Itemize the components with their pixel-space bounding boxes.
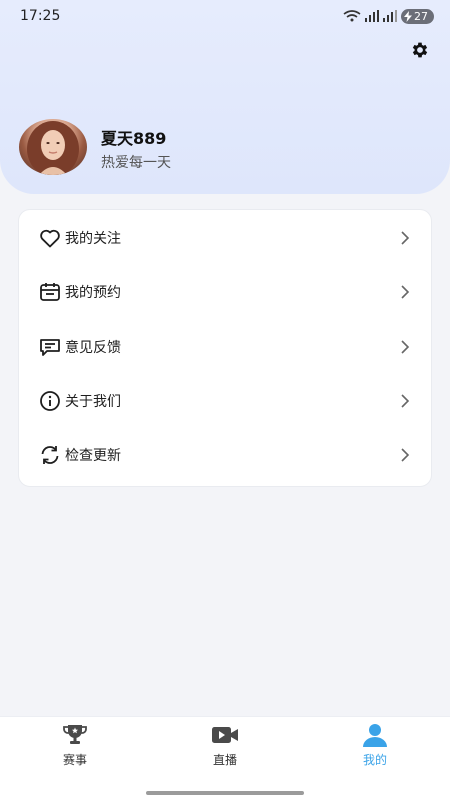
menu-item-about[interactable]: 关于我们: [19, 374, 433, 428]
tab-label: 赛事: [62, 753, 87, 767]
chevron-right-icon: [401, 231, 410, 245]
chevron-right-icon: [401, 448, 410, 462]
menu-item-reservations[interactable]: 我的预约: [19, 265, 433, 319]
video-camera-icon: [212, 727, 238, 743]
menu-label: 关于我们: [65, 394, 121, 410]
menu-label: 我的预约: [65, 285, 121, 301]
status-icons: 27: [343, 8, 434, 24]
menu-label: 我的关注: [65, 231, 121, 247]
info-icon: [40, 391, 60, 411]
profile-subtitle: 热爱每一天: [101, 155, 171, 171]
battery-level: 27: [414, 9, 428, 23]
charging-icon: [404, 10, 412, 22]
feedback-chat-icon: [40, 339, 60, 356]
calendar-icon: [40, 283, 60, 301]
tab-matches[interactable]: 赛事: [0, 723, 150, 773]
avatar-portrait: [27, 121, 79, 175]
chevron-right-icon: [401, 285, 410, 299]
status-bar: 17:25 27: [0, 0, 450, 32]
heart-icon: [40, 229, 60, 248]
status-time: 17:25: [20, 8, 61, 24]
bottom-tab-bar: 赛事 直播 我的: [0, 716, 450, 800]
home-indicator[interactable]: [146, 791, 304, 795]
signal-icon: [365, 10, 379, 22]
menu-card: 我的关注 我的预约 意见反馈 关于我们 检查更新: [18, 209, 432, 487]
wifi-icon: [343, 10, 361, 22]
trophy-icon: [63, 725, 87, 744]
menu-item-check-update[interactable]: 检查更新: [19, 428, 433, 482]
avatar[interactable]: [19, 119, 87, 175]
tab-label: 我的: [362, 753, 387, 767]
settings-gear-icon[interactable]: [410, 40, 430, 60]
tab-live[interactable]: 直播: [150, 723, 300, 773]
chevron-right-icon: [401, 394, 410, 408]
signal-icon-2: [383, 10, 397, 22]
profile-name: 夏天889: [101, 129, 167, 148]
menu-item-feedback[interactable]: 意见反馈: [19, 320, 433, 374]
tab-mine[interactable]: 我的: [300, 723, 450, 773]
menu-label: 意见反馈: [65, 340, 121, 356]
person-icon: [363, 724, 387, 747]
menu-item-following[interactable]: 我的关注: [19, 211, 433, 265]
menu-label: 检查更新: [65, 448, 121, 464]
refresh-icon: [41, 446, 59, 464]
tab-label: 直播: [212, 753, 237, 767]
battery-indicator: 27: [401, 8, 434, 24]
chevron-right-icon: [401, 340, 410, 354]
